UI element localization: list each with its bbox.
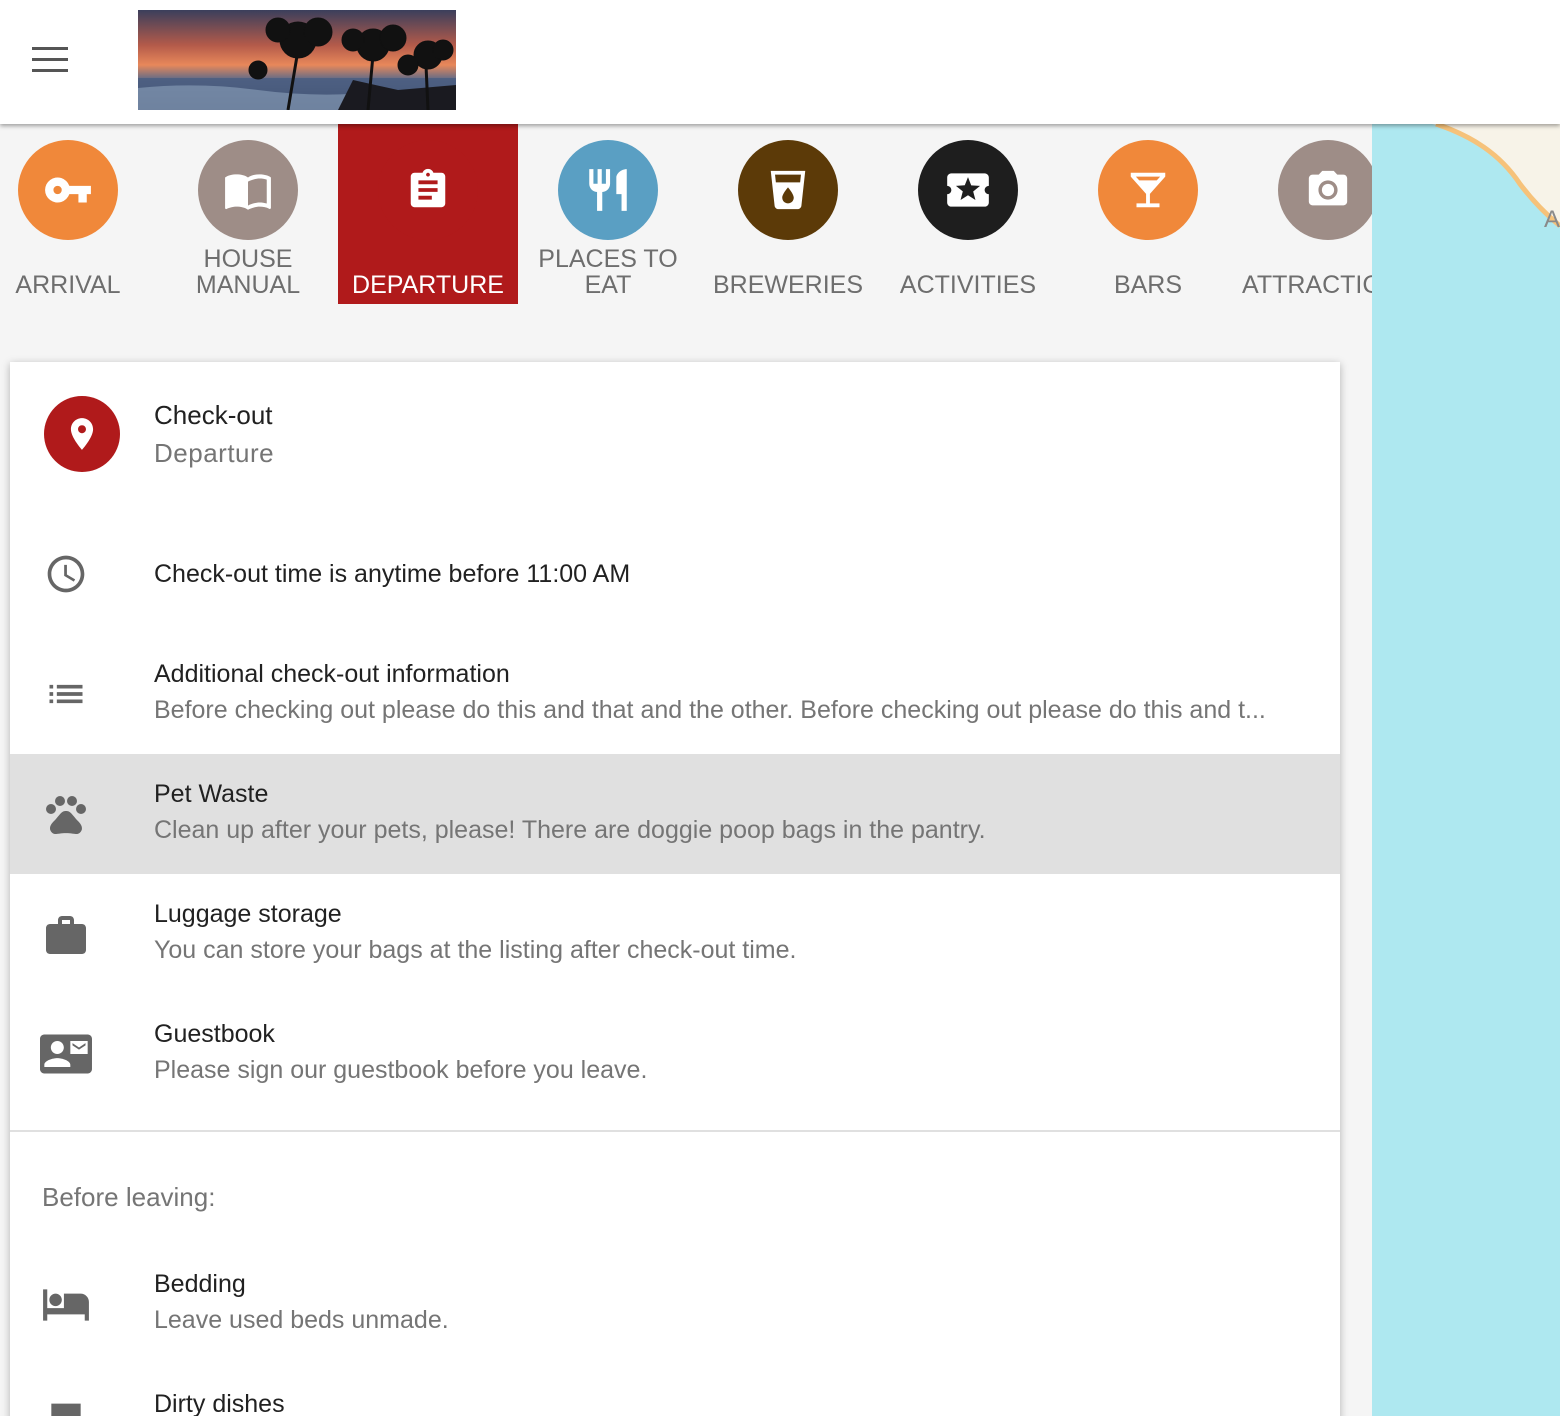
row-title: Bedding [154, 1270, 246, 1298]
section-divider [10, 1130, 1340, 1132]
row-title: Additional check-out information [154, 660, 510, 688]
nav-label: ACTIVITIES [899, 271, 1037, 299]
row-title: Luggage storage [154, 900, 342, 928]
list-item-luggage-storage[interactable]: Luggage storage You can store your bags … [10, 874, 1340, 994]
row-title: Guestbook [154, 1020, 275, 1048]
map-road [1432, 124, 1560, 228]
dishwasher-icon [40, 1364, 92, 1416]
card-subtitle: Departure [154, 438, 275, 468]
nav-label: ARRIVAL [15, 271, 121, 299]
nav-label: BREWERIES [712, 271, 864, 299]
nav-label: ATTRACTIC [1242, 271, 1372, 299]
nav-label: HOUSE MANUAL [195, 245, 301, 299]
nav-label: BARS [1113, 271, 1183, 299]
map-panel[interactable]: A [1372, 124, 1560, 1416]
row-desc: Before checking out please do this and t… [154, 696, 1266, 724]
departure-card: Check-out Departure Check-out time is an… [10, 362, 1340, 1416]
list-item-additional-info[interactable]: Additional check-out information Before … [10, 634, 1340, 754]
nav-attractions[interactable]: ATTRACTIC [1238, 124, 1372, 304]
list-item-checkout-time[interactable]: Check-out time is anytime before 11:00 A… [10, 514, 1340, 634]
paw-icon [40, 754, 92, 874]
list-item-dirty-dishes[interactable]: Dirty dishes [10, 1364, 1340, 1416]
briefcase-icon [40, 874, 92, 994]
nav-breweries[interactable]: BREWERIES [698, 124, 878, 304]
row-desc: Please sign our guestbook before you lea… [154, 1056, 648, 1084]
nav-label: DEPARTURE [352, 271, 504, 299]
logo-image[interactable] [138, 10, 456, 110]
nav-house-manual[interactable]: HOUSE MANUAL [158, 124, 338, 304]
clipboard-icon [378, 140, 478, 240]
nav-label: PLACES TO EAT [538, 245, 678, 299]
row-desc: Leave used beds unmade. [154, 1306, 449, 1334]
section-title: Before leaving: [42, 1182, 216, 1212]
row-title: Pet Waste [154, 780, 269, 808]
camera-icon [1278, 140, 1372, 240]
row-desc: You can store your bags at the listing a… [154, 936, 797, 964]
location-pin-icon [44, 396, 120, 472]
category-nav: ARRIVAL HOUSE MANUAL DEPARTURE PLACES TO… [0, 124, 1372, 332]
cocktail-icon [1098, 140, 1198, 240]
row-title: Check-out time is anytime before 11:00 A… [154, 560, 631, 588]
list-item-guestbook[interactable]: Guestbook Please sign our guestbook befo… [10, 994, 1340, 1114]
map-label: A [1543, 206, 1560, 233]
nav-bars[interactable]: BARS [1058, 124, 1238, 304]
top-app-bar [0, 0, 1560, 124]
beer-glass-icon [738, 140, 838, 240]
row-title: Dirty dishes [154, 1390, 285, 1416]
hamburger-menu-icon[interactable] [32, 47, 68, 73]
book-icon [198, 140, 298, 240]
contact-mail-icon [40, 994, 92, 1114]
list-item-pet-waste[interactable]: Pet Waste Clean up after your pets, plea… [10, 754, 1340, 874]
nav-arrival[interactable]: ARRIVAL [0, 124, 158, 304]
nav-places-to-eat[interactable]: PLACES TO EAT [518, 124, 698, 304]
row-desc: Clean up after your pets, please! There … [154, 816, 986, 844]
bed-icon [40, 1244, 92, 1364]
list-item-bedding[interactable]: Bedding Leave used beds unmade. [10, 1244, 1340, 1364]
clock-icon [40, 514, 92, 634]
ticket-star-icon [918, 140, 1018, 240]
nav-departure[interactable]: DEPARTURE [338, 124, 518, 304]
card-title: Check-out [154, 400, 273, 430]
key-icon [18, 140, 118, 240]
list-icon [40, 634, 92, 754]
nav-activities[interactable]: ACTIVITIES [878, 124, 1058, 304]
fork-knife-icon [558, 140, 658, 240]
